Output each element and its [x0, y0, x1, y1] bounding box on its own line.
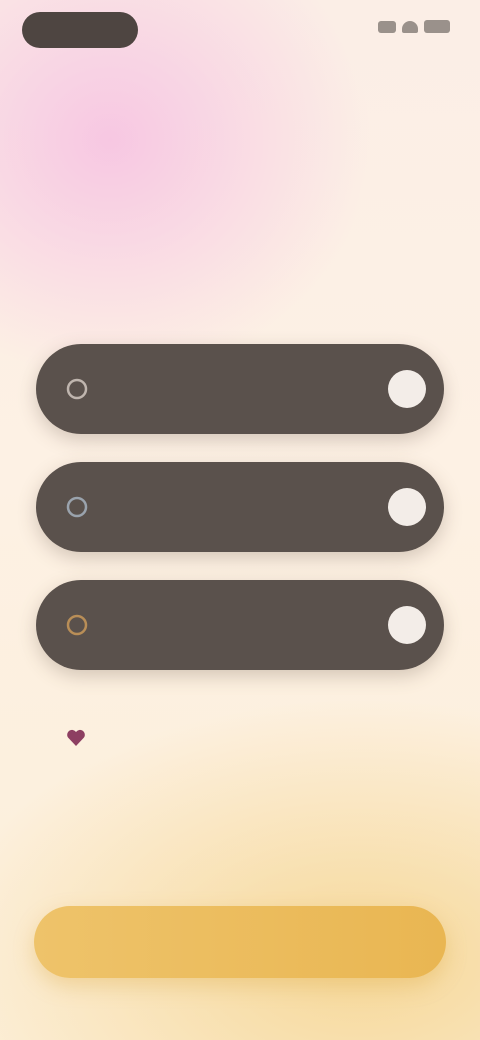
status-time: [22, 12, 138, 48]
battery-icon: [424, 20, 450, 33]
heart-icon: [64, 726, 88, 750]
consent-row[interactable]: [64, 726, 420, 750]
cellular-signal-icon: [378, 20, 396, 33]
option-card-2[interactable]: [36, 462, 444, 552]
option-radio[interactable]: [388, 370, 426, 408]
status-bar: [0, 0, 480, 62]
option-card-1[interactable]: [36, 344, 444, 434]
option-icon: [60, 608, 94, 642]
option-list: [36, 344, 444, 670]
option-radio[interactable]: [388, 606, 426, 644]
wifi-icon: [402, 20, 418, 33]
option-icon: [60, 490, 94, 524]
continue-button[interactable]: [34, 906, 446, 978]
option-icon: [60, 372, 94, 406]
status-icons: [378, 20, 450, 33]
option-card-3[interactable]: [36, 580, 444, 670]
option-radio[interactable]: [388, 488, 426, 526]
